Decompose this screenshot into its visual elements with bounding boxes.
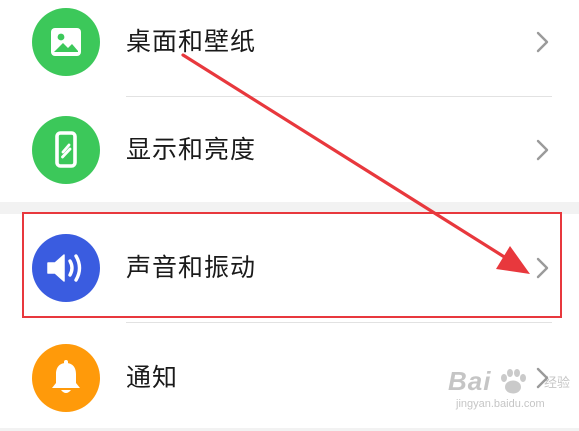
settings-item-sound[interactable]: 声音和振动 <box>0 220 579 316</box>
settings-screen: 桌面和壁纸 显示和亮度 声音和振动 通知 Bai 经验 jingyan.baid… <box>0 0 579 431</box>
bell-icon <box>52 360 80 393</box>
list-divider <box>126 96 552 97</box>
phone-icon <box>55 131 77 168</box>
chevron-right-icon[interactable] <box>534 138 552 162</box>
chevron-right-icon[interactable] <box>534 256 552 280</box>
notify-icon-badge <box>32 344 100 412</box>
speaker-icon <box>47 254 82 282</box>
sound-icon-badge <box>32 234 100 302</box>
wallpaper-icon-badge <box>32 8 100 76</box>
section-separator <box>0 202 579 214</box>
image-icon <box>51 28 81 56</box>
list-divider <box>126 322 552 323</box>
settings-item-notifications[interactable]: 通知 <box>0 330 579 426</box>
settings-item-wallpaper[interactable]: 桌面和壁纸 <box>0 0 579 90</box>
settings-item-label: 声音和振动 <box>126 253 257 282</box>
chevron-right-icon[interactable] <box>534 30 552 54</box>
settings-item-label: 桌面和壁纸 <box>126 27 257 56</box>
settings-item-label: 显示和亮度 <box>126 135 257 164</box>
settings-item-label: 通知 <box>126 363 179 392</box>
settings-item-display[interactable]: 显示和亮度 <box>0 102 579 198</box>
chevron-right-icon[interactable] <box>534 366 552 390</box>
display-icon-badge <box>32 116 100 184</box>
